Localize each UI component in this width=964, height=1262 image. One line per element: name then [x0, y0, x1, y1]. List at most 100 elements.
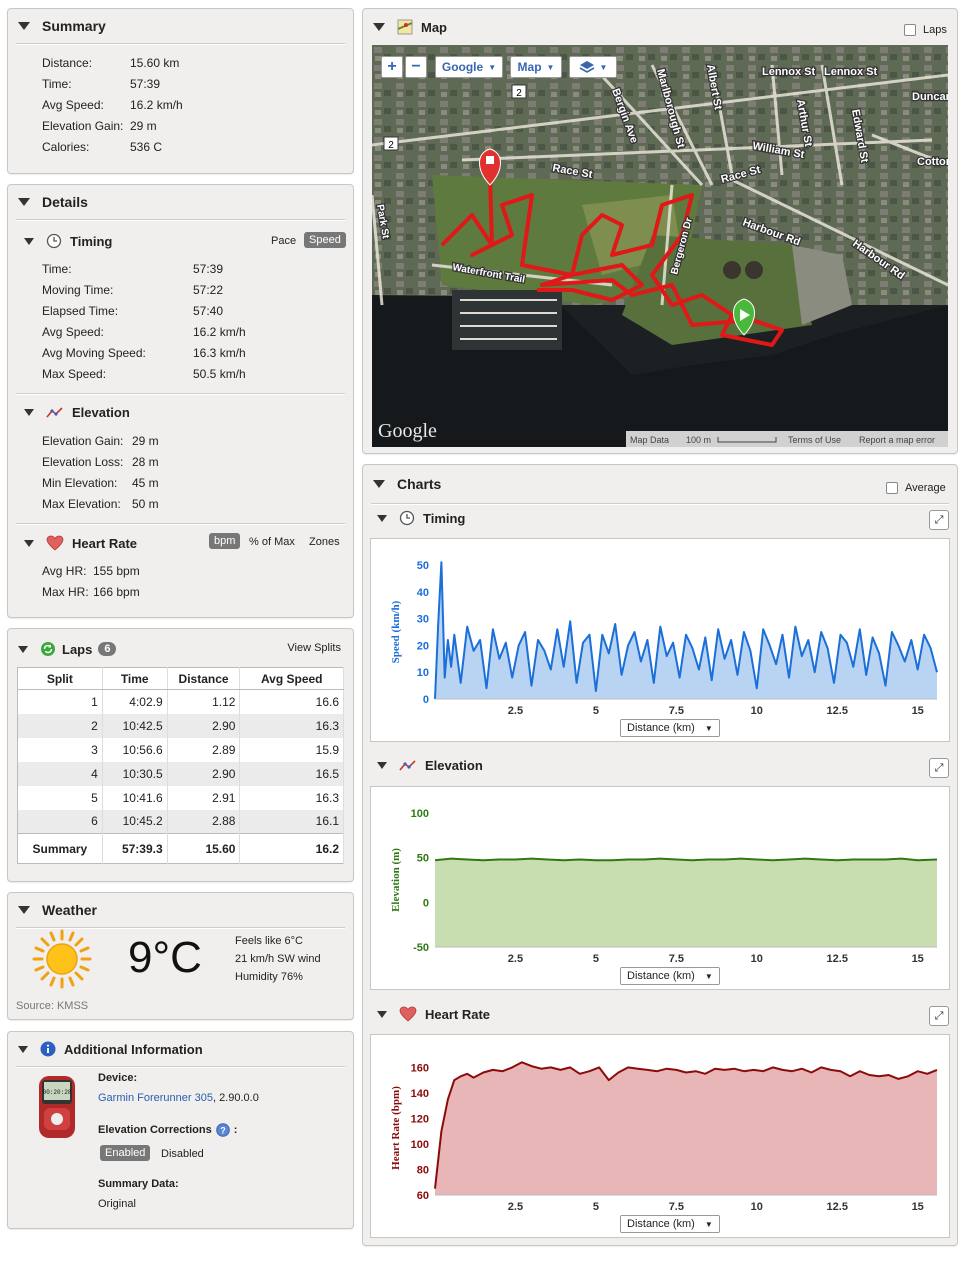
average-label: Average — [905, 482, 946, 494]
route-shield-2b: 2 — [383, 136, 399, 151]
collapse-triangle-icon[interactable] — [377, 1010, 387, 1018]
x-axis-select[interactable]: Distance (km) ▼ — [620, 967, 720, 985]
collapse-triangle-icon[interactable] — [373, 480, 385, 488]
view-splits-link[interactable]: View Splits — [287, 642, 341, 654]
chart-elevation-area: -50 0 50 100 2.5 5 7.5 10 12.5 15 Elevation (m) Dis… — [370, 786, 950, 990]
collapse-triangle-icon[interactable] — [18, 198, 30, 206]
table-cell: 16.2 — [239, 833, 344, 864]
details-header[interactable]: Details — [8, 185, 353, 219]
chart-elevation-svg[interactable]: -50 0 50 100 2.5 5 7.5 10 12.5 15 Elevation (m) — [371, 787, 951, 991]
zoom-out-button[interactable]: − — [405, 56, 427, 78]
zoom-in-button[interactable]: + — [381, 56, 403, 78]
device-link[interactable]: Garmin Forerunner 305 — [98, 1092, 213, 1104]
chart-elevation-subheader[interactable]: Elevation — [377, 758, 483, 773]
x-tick-label: 12.5 — [827, 705, 848, 717]
map-panel: Map Laps Race St Race St William St Harb… — [362, 8, 958, 454]
chart-heartrate-subheader[interactable]: Heart Rate — [377, 1006, 490, 1022]
laps-checkbox[interactable] — [904, 24, 916, 36]
collapse-triangle-icon[interactable] — [24, 409, 34, 416]
y-tick-label: 30 — [417, 614, 429, 626]
table-row[interactable]: 1 4:02.9 1.12 16.6 — [17, 689, 344, 714]
timing-row-value: 57:22 — [193, 283, 224, 297]
speed-toggle[interactable]: Speed — [304, 232, 346, 248]
laps-refresh-icon — [41, 642, 55, 656]
map-view[interactable]: Race St Race St William St Harbour Rd Ha… — [372, 45, 948, 447]
pct-max-toggle[interactable]: % of Max — [244, 534, 300, 550]
table-row[interactable]: 2 10:42.5 2.90 16.3 — [17, 713, 344, 738]
average-checkbox[interactable] — [886, 482, 898, 494]
collapse-triangle-icon[interactable] — [18, 645, 28, 653]
google-layer-label: Google — [441, 60, 484, 74]
pace-toggle[interactable]: Pace — [266, 233, 301, 249]
collapse-triangle-icon[interactable] — [18, 22, 30, 30]
laps-column-header[interactable]: Avg Speed — [239, 667, 344, 690]
timing-row-value: 57:40 — [193, 304, 224, 318]
device-label: Device: — [98, 1072, 138, 1084]
elevation-chart-icon — [399, 759, 416, 771]
map-report-link[interactable]: Report a map error — [859, 435, 935, 445]
collapse-triangle-icon[interactable] — [24, 237, 34, 245]
table-cell: 10:45.2 — [102, 809, 168, 834]
bpm-toggle[interactable]: bpm — [209, 533, 241, 549]
weather-panel: Weather 9°C Feels like 6°C 21 km/h SW wi… — [7, 892, 354, 1020]
x-axis-select-label: Distance (km) — [627, 722, 695, 734]
wind: 21 km/h SW wind — [235, 953, 321, 965]
heart-icon — [399, 1006, 417, 1022]
expand-chart-icon[interactable]: ⤢ — [929, 758, 949, 778]
elevation-title: Elevation — [72, 405, 130, 420]
map-type-label: Map — [517, 60, 542, 74]
timing-row-label: Elapsed Time: — [42, 304, 119, 318]
summary-row-value: 57:39 — [130, 77, 161, 91]
additional-header[interactable]: Additional Information — [8, 1032, 353, 1066]
heartrate-subheader[interactable]: Heart Rate — [24, 535, 137, 551]
chart-timing-svg[interactable]: 0 10 20 30 40 50 2.5 5 7.5 10 12.5 15 Speed (km/h) — [371, 539, 951, 743]
elevation-row-label: Elevation Loss: — [42, 455, 124, 469]
charts-header[interactable]: Charts — [363, 465, 957, 503]
laps-column-header[interactable]: Time — [102, 667, 168, 690]
table-row[interactable]: 4 10:30.5 2.90 16.5 — [17, 761, 344, 786]
x-axis-select[interactable]: Distance (km) ▼ — [620, 719, 720, 737]
elevation-row-label: Elevation Gain: — [42, 434, 124, 448]
map-data-link[interactable]: Map Data — [630, 435, 669, 445]
map-header[interactable]: Map — [363, 9, 957, 45]
collapse-triangle-icon[interactable] — [373, 23, 385, 31]
table-row[interactable]: 6 10:45.2 2.88 16.1 — [17, 809, 344, 834]
help-icon[interactable]: ? — [215, 1123, 230, 1137]
expand-chart-icon[interactable]: ⤢ — [929, 1006, 949, 1026]
table-cell: 3 — [17, 737, 103, 762]
table-row[interactable]: 5 10:41.6 2.91 16.3 — [17, 785, 344, 810]
collapse-triangle-icon[interactable] — [377, 514, 387, 522]
timing-row-value: 50.5 km/h — [193, 367, 246, 381]
chart-heartrate-title: Heart Rate — [425, 1006, 491, 1022]
chart-elevation-area-fill — [435, 858, 937, 947]
layers-button[interactable]: ▼ — [569, 56, 617, 78]
laps-column-header[interactable]: Distance — [167, 667, 241, 690]
x-axis-select[interactable]: Distance (km) ▼ — [620, 1215, 720, 1233]
google-layer-button[interactable]: Google ▼ — [435, 56, 503, 78]
map-type-button[interactable]: Map ▼ — [510, 56, 562, 78]
collapse-triangle-icon[interactable] — [24, 539, 34, 547]
enabled-toggle[interactable]: Enabled — [100, 1145, 151, 1161]
collapse-triangle-icon[interactable] — [377, 762, 387, 769]
disabled-toggle[interactable]: Disabled — [156, 1146, 209, 1162]
table-row[interactable]: 3 10:56.6 2.89 15.9 — [17, 737, 344, 762]
summary-row-value: 16.2 km/h — [130, 98, 183, 112]
chart-heartrate-svg[interactable]: 60 80 100 120 140 160 2.5 5 7.5 10 12.5 15 Heart Rat… — [371, 1035, 951, 1239]
zones-toggle[interactable]: Zones — [304, 534, 345, 550]
weather-header[interactable]: Weather — [8, 893, 353, 927]
x-axis-select-label: Distance (km) — [627, 970, 695, 982]
laps-column-header[interactable]: Split — [17, 667, 103, 690]
table-cell: 15.9 — [239, 737, 344, 762]
elevation-subheader[interactable]: Elevation — [24, 405, 130, 420]
summary-header[interactable]: Summary — [8, 9, 353, 43]
expand-chart-icon[interactable]: ⤢ — [929, 510, 949, 530]
timing-subheader[interactable]: Timing — [24, 233, 112, 249]
additional-panel: Additional Information 00:20:28 Device: … — [7, 1031, 354, 1229]
chart-timing-subheader[interactable]: Timing — [377, 510, 465, 526]
map-terms-link[interactable]: Terms of Use — [788, 435, 841, 445]
y-tick-label: 50 — [417, 853, 429, 865]
collapse-triangle-icon[interactable] — [18, 906, 30, 914]
x-tick-label: 10 — [751, 953, 763, 965]
collapse-triangle-icon[interactable] — [18, 1045, 28, 1053]
details-panel: Details Timing Pace Speed Time: 57:39 Movi… — [7, 184, 354, 618]
